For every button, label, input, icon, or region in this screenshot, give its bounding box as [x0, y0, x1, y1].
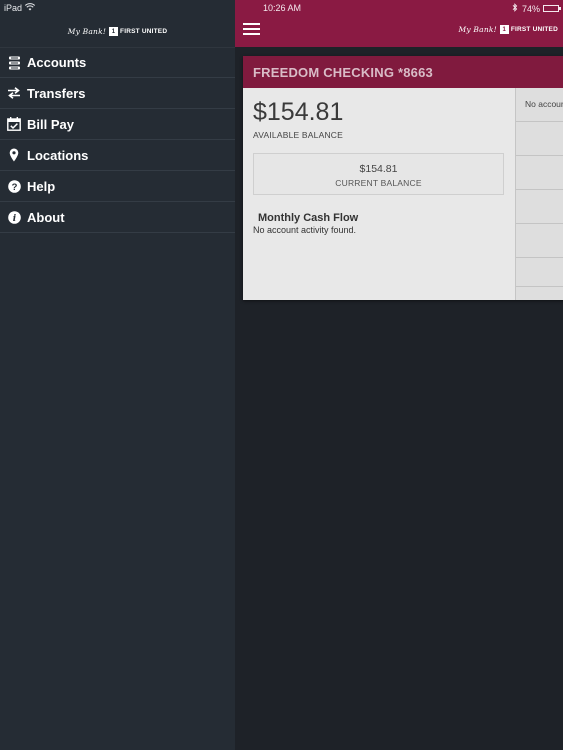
battery-icon	[543, 5, 561, 12]
brand-name: FIRST UNITED	[120, 28, 168, 35]
carrier-label: iPad	[4, 3, 23, 13]
accounts-icon	[7, 56, 21, 70]
list-item	[516, 122, 563, 156]
current-balance-label: CURRENT BALANCE	[335, 178, 422, 188]
menu-label: About	[27, 209, 65, 225]
hamburger-bar	[243, 23, 260, 25]
bank-logo: My Bank! 1 FIRST UNITED	[68, 27, 167, 36]
menu-item-locations[interactable]: Locations	[0, 140, 235, 171]
menu-item-accounts[interactable]: Accounts	[0, 47, 235, 78]
menu-label: Transfers	[27, 85, 86, 101]
available-balance-amount: $154.81	[253, 98, 344, 126]
account-title[interactable]: FREEDOM CHECKING *8663	[243, 56, 563, 88]
list-item	[516, 224, 563, 258]
menu-label: Locations	[27, 147, 89, 163]
info-icon: i	[7, 210, 21, 224]
bill-pay-icon	[7, 117, 21, 131]
brand-name: FIRST UNITED	[510, 26, 558, 33]
brand-script: My Bank!	[458, 25, 497, 34]
menu-item-help[interactable]: ? Help	[0, 171, 235, 202]
brand-mark: 1	[109, 27, 119, 36]
bluetooth-icon	[512, 3, 518, 14]
nav-drawer: iPad My Bank! 1 FIRST UNITED Accounts Tr…	[0, 0, 235, 750]
current-balance-amount: $154.81	[359, 163, 398, 175]
menu-label: Help	[27, 178, 56, 194]
current-balance-box: $154.81 CURRENT BALANCE	[253, 153, 504, 195]
menu-item-bill-pay[interactable]: Bill Pay	[0, 109, 235, 140]
svg-text:i: i	[12, 214, 16, 224]
cash-flow-title: Monthly Cash Flow	[258, 212, 359, 224]
drawer-header: My Bank! 1 FIRST UNITED	[0, 16, 235, 47]
list-item	[516, 258, 563, 287]
transfers-icon	[7, 86, 21, 100]
list-item	[516, 190, 563, 224]
clock: 10:26 AM	[263, 3, 302, 13]
list-item	[516, 156, 563, 190]
available-balance-label: AVAILABLE BALANCE	[253, 130, 344, 140]
nav-menu: Accounts Transfers Bill Pay Locations ? …	[0, 47, 235, 233]
menu-label: Bill Pay	[27, 116, 74, 132]
wifi-icon	[24, 3, 36, 13]
status-bar-left: iPad	[0, 0, 235, 16]
list-item: No account activity found.	[516, 88, 563, 122]
main-content: 10:26 AM 74% My Bank! 1 FIRST UNITED FRE…	[235, 0, 563, 750]
menu-toggle-button[interactable]	[243, 23, 260, 37]
location-pin-icon	[7, 148, 21, 162]
activity-empty-message: No account activity found.	[525, 99, 563, 109]
battery-percent: 74%	[521, 3, 540, 14]
header-logo: My Bank! 1 FIRST UNITED	[459, 25, 558, 34]
hamburger-bar	[243, 33, 260, 35]
svg-text:?: ?	[11, 182, 17, 193]
account-card[interactable]: FREEDOM CHECKING *8663 $154.81 AVAILABLE…	[243, 56, 563, 300]
status-right: 74%	[512, 3, 561, 14]
app-header: 10:26 AM 74% My Bank! 1 FIRST UNITED	[235, 0, 563, 47]
brand-script: My Bank!	[67, 27, 107, 36]
hamburger-bar	[243, 28, 260, 30]
status-bar: 10:26 AM 74%	[235, 0, 563, 16]
menu-label: Accounts	[27, 55, 87, 70]
cash-flow-empty-message: No account activity found.	[253, 225, 357, 235]
menu-item-transfers[interactable]: Transfers	[0, 78, 235, 109]
activity-list: No account activity found.	[515, 88, 563, 300]
balance-panel: $154.81 AVAILABLE BALANCE $154.81 CURREN…	[243, 88, 515, 300]
menu-item-about[interactable]: i About	[0, 202, 235, 233]
brand-mark: 1	[499, 25, 509, 34]
help-icon: ?	[7, 179, 21, 193]
